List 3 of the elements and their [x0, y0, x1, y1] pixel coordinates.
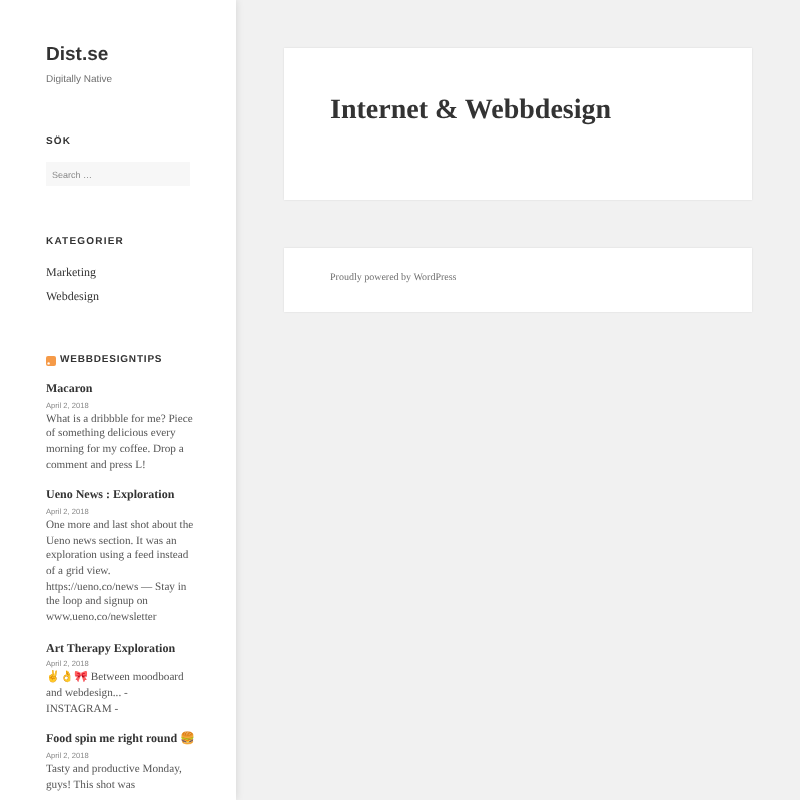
- rss-icon: [46, 355, 56, 366]
- page-title: Internet & Webbdesign: [330, 94, 614, 130]
- site-title[interactable]: Dist.se: [46, 44, 196, 68]
